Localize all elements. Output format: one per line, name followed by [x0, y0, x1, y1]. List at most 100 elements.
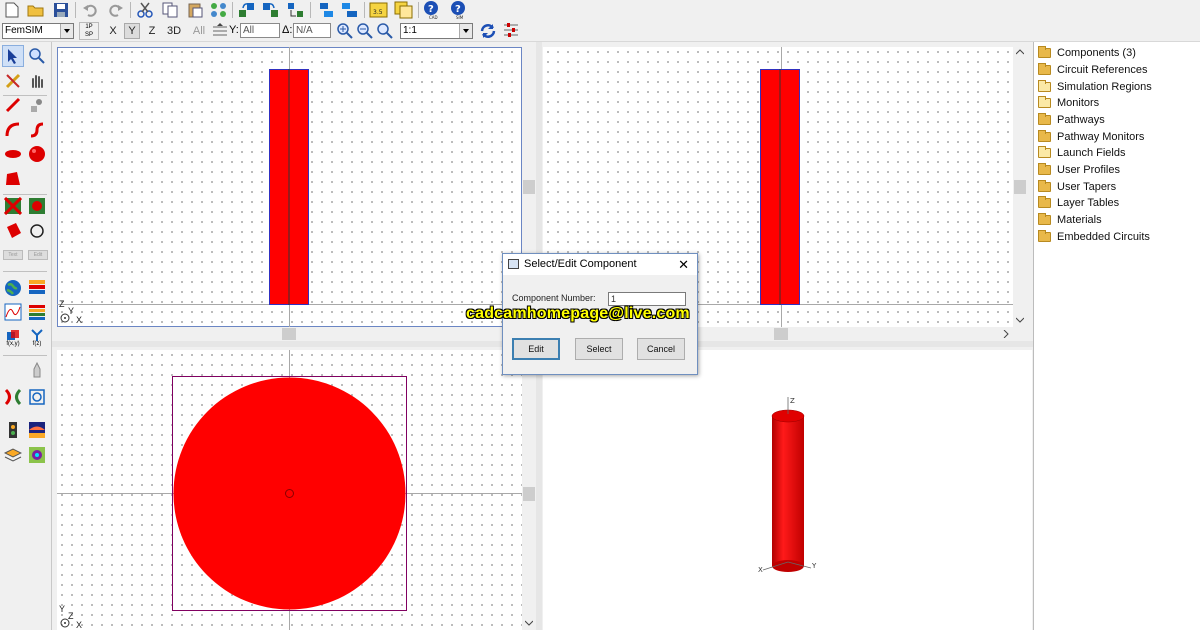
undo-icon[interactable] — [80, 0, 100, 20]
align-icon[interactable] — [286, 0, 306, 20]
component-rect-side-2[interactable] — [760, 69, 802, 307]
gauge-icon[interactable]: 3.5 — [369, 0, 389, 20]
fxy-tool-button[interactable]: f(x,y) — [2, 325, 24, 351]
rocket-icon[interactable] — [26, 360, 48, 382]
dialog-titlebar[interactable]: Select/Edit Component ✕ — [503, 254, 697, 275]
view-3d-button[interactable]: 3D — [164, 23, 184, 39]
viewport-tl-hscroll[interactable] — [57, 327, 522, 341]
tree-item-layer-tables[interactable]: Layer Tables — [1038, 195, 1119, 211]
chevron-down-icon[interactable] — [459, 24, 472, 38]
viewport-3d[interactable]: Z Y X — [543, 350, 1032, 630]
layer-stack-tool-icon[interactable] — [2, 444, 24, 466]
coupler-icon[interactable] — [2, 386, 24, 408]
edit-button[interactable]: Edit — [512, 338, 560, 360]
open-folder-icon[interactable] — [26, 0, 46, 20]
help-sim-icon[interactable]: ? SIM — [449, 0, 469, 20]
tree-item-circuit-references[interactable]: Circuit References — [1038, 62, 1147, 78]
viewport-cross-section[interactable]: Y Z X — [57, 350, 522, 630]
layer-toggle-button[interactable]: 1P SP — [79, 22, 99, 40]
pointer-tool-icon[interactable] — [2, 45, 24, 67]
edit-text-button[interactable]: Edit — [26, 244, 50, 266]
tree-item-simulation-regions[interactable]: Simulation Regions — [1038, 79, 1152, 95]
axis-x-button[interactable]: X — [105, 23, 121, 39]
rotate-left-icon[interactable] — [237, 0, 257, 20]
component-3d-cylinder[interactable]: Z Y X — [753, 392, 823, 582]
component-circle[interactable] — [172, 376, 408, 612]
cancel-button[interactable]: Cancel — [637, 338, 685, 360]
scroll-thumb[interactable] — [523, 487, 535, 501]
layers-icon[interactable] — [26, 277, 48, 299]
mode-select[interactable]: FemSIM — [2, 23, 74, 39]
viewport-side-x[interactable]: Z Y X — [57, 47, 522, 327]
pan-hand-icon[interactable] — [26, 70, 48, 92]
graph-icon[interactable] — [2, 301, 24, 323]
chevron-down-icon[interactable] — [525, 620, 533, 626]
copy-icon[interactable] — [160, 0, 180, 20]
rotate-right-icon[interactable] — [261, 0, 281, 20]
component-rect-side[interactable] — [269, 69, 311, 307]
tree-item-pathway-monitors[interactable]: Pathway Monitors — [1038, 129, 1144, 145]
fz-tool-button[interactable]: f(z) — [26, 325, 48, 351]
launch-field-icon[interactable] — [26, 419, 48, 441]
star-coupler-icon[interactable] — [26, 195, 48, 217]
s-bend-icon[interactable] — [26, 119, 48, 141]
tree-item-user-tapers[interactable]: User Tapers — [1038, 179, 1116, 195]
view-all-button[interactable]: All — [190, 23, 208, 39]
send-back-icon[interactable] — [340, 0, 360, 20]
zoom-fit-icon[interactable] — [377, 23, 393, 42]
chevron-right-icon[interactable] — [1003, 330, 1009, 338]
delta-value-field[interactable]: N/A — [293, 23, 331, 38]
zoom-tool-icon[interactable] — [26, 45, 48, 67]
bars-icon[interactable] — [26, 301, 48, 323]
select-button[interactable]: Select — [575, 338, 623, 360]
zoom-in-icon[interactable] — [337, 23, 353, 42]
scroll-thumb[interactable] — [1014, 180, 1026, 194]
viewport-tr-vscroll[interactable] — [1013, 47, 1027, 327]
axis-z-button[interactable]: Z — [144, 23, 160, 39]
linear-waveguide-icon[interactable] — [2, 94, 24, 116]
group-icon[interactable] — [209, 0, 229, 20]
zoom-out-icon[interactable] — [357, 23, 373, 42]
layer-table-icon[interactable] — [394, 0, 414, 20]
paste-icon[interactable] — [185, 0, 205, 20]
ellipse-tool-icon[interactable] — [2, 143, 24, 165]
tree-item-monitors[interactable]: Monitors — [1038, 95, 1099, 111]
tree-item-pathways[interactable]: Pathways — [1038, 112, 1105, 128]
redo-icon[interactable] — [106, 0, 126, 20]
mode-profile-icon[interactable] — [26, 444, 48, 466]
tree-item-launch-fields[interactable]: Launch Fields — [1038, 145, 1126, 161]
arc-waveguide-icon[interactable] — [2, 119, 24, 141]
polygon-tool-icon[interactable] — [2, 168, 24, 190]
sphere-tool-icon[interactable] — [26, 143, 48, 165]
viewport-bl-vscroll[interactable] — [522, 350, 536, 630]
ring-tool-icon[interactable] — [26, 220, 48, 242]
mmi-tool-icon[interactable] — [2, 195, 24, 217]
pathway-icon[interactable] — [2, 419, 24, 441]
text-tool-button[interactable]: Text — [1, 244, 25, 266]
globe-icon[interactable] — [2, 277, 24, 299]
chevron-down-icon[interactable] — [1016, 317, 1024, 323]
edit-tool-icon[interactable] — [2, 70, 24, 92]
component-number-field[interactable]: 1 — [608, 292, 686, 306]
scroll-thumb[interactable] — [282, 328, 296, 340]
tree-item-user-profiles[interactable]: User Profiles — [1038, 162, 1120, 178]
y-branch-icon[interactable] — [26, 386, 48, 408]
box-tool-icon[interactable] — [2, 220, 24, 242]
y-value-field[interactable]: All — [240, 23, 280, 38]
save-icon[interactable] — [51, 0, 71, 20]
help-cad-icon[interactable]: ? CAD — [422, 0, 442, 20]
refresh-icon[interactable] — [479, 22, 497, 43]
tree-item-embedded-circuits[interactable]: Embedded Circuits — [1038, 229, 1150, 245]
scroll-thumb[interactable] — [523, 180, 535, 194]
new-file-icon[interactable] — [2, 0, 22, 20]
close-icon[interactable]: ✕ — [678, 257, 689, 273]
tree-item-materials[interactable]: Materials — [1038, 212, 1102, 228]
chevron-up-icon[interactable] — [1016, 49, 1024, 55]
scroll-thumb[interactable] — [774, 328, 788, 340]
zoom-select[interactable]: 1:1 — [400, 23, 473, 39]
tree-item-components[interactable]: Components (3) — [1038, 45, 1136, 61]
chevron-down-icon[interactable] — [60, 24, 73, 38]
cut-icon[interactable] — [135, 0, 155, 20]
axis-y-button[interactable]: Y — [124, 23, 140, 39]
bring-front-icon[interactable] — [316, 0, 336, 20]
